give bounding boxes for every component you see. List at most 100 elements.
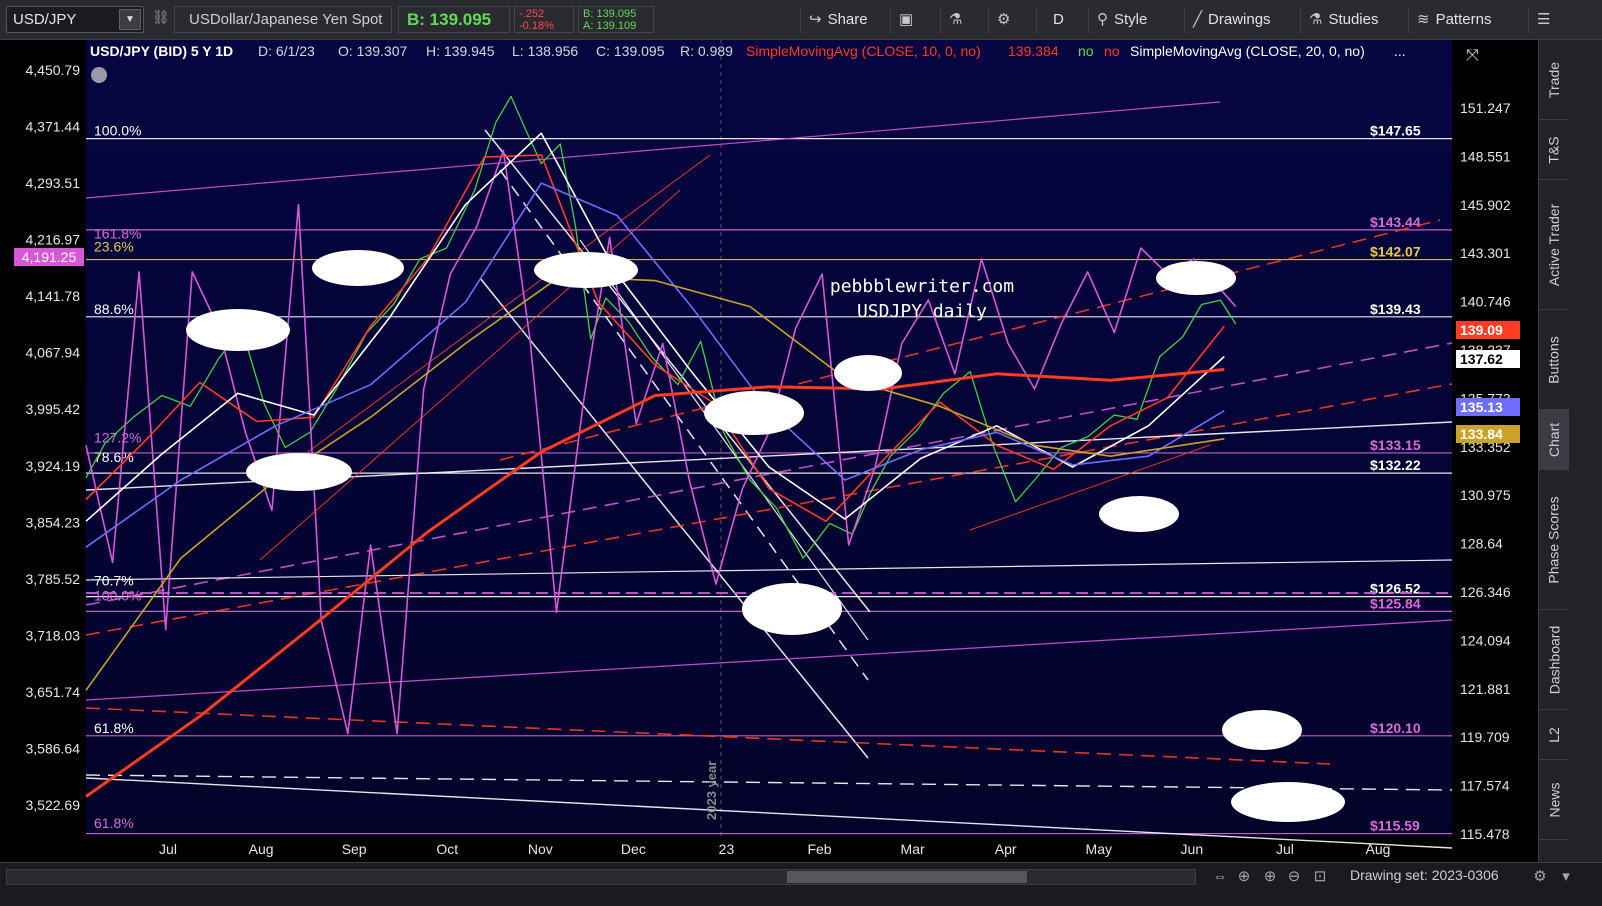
y-left-tick-label: 4,450.79 bbox=[26, 62, 81, 78]
side-tab-l2[interactable]: L2 bbox=[1539, 710, 1569, 760]
symbol-input[interactable]: USD/JPY ▼ bbox=[6, 6, 144, 33]
side-tab-label: L2 bbox=[1545, 726, 1562, 743]
y-right-tick-label: 121.881 bbox=[1460, 681, 1511, 697]
highlight-ellipse bbox=[246, 453, 352, 491]
side-tab-chart[interactable]: Chart bbox=[1539, 410, 1569, 470]
chart-date: D: 6/1/23 bbox=[258, 43, 315, 59]
highlight-ellipse bbox=[534, 252, 638, 288]
price-badge-label: 133.84 bbox=[1460, 426, 1503, 442]
drawings-button[interactable]: ╱ Drawings bbox=[1184, 6, 1279, 34]
y-left-tick-label: 4,141.78 bbox=[26, 288, 81, 304]
x-tick-label: Mar bbox=[901, 841, 925, 857]
x-tick-label: Aug bbox=[249, 841, 274, 857]
side-tab-dashboard[interactable]: Dashboard bbox=[1539, 610, 1569, 710]
x-tick-label: Aug bbox=[1366, 841, 1391, 857]
y-left-tick-label: 3,854.23 bbox=[26, 514, 81, 530]
y-left-tick-label: 3,995.42 bbox=[26, 401, 81, 417]
side-tab-active-trader[interactable]: Active Trader bbox=[1539, 180, 1569, 310]
gear-icon[interactable]: ⚙ bbox=[1530, 867, 1550, 887]
menu-button[interactable]: ☰ bbox=[1528, 6, 1558, 34]
scrollbar-thumb[interactable] bbox=[787, 871, 1027, 883]
fib-level-label: 61.8% bbox=[94, 815, 134, 831]
share-icon: ↪ bbox=[809, 11, 822, 28]
share-button[interactable]: ↪ Share bbox=[800, 6, 876, 34]
period-label: D bbox=[1053, 11, 1064, 28]
y-right-tick-label: 119.709 bbox=[1460, 729, 1510, 745]
y-right-tick-label: 143.301 bbox=[1460, 245, 1511, 261]
y-right-tick-label: 128.64 bbox=[1460, 536, 1503, 552]
side-tab-phase-scores[interactable]: Phase Scores bbox=[1539, 470, 1569, 610]
highlight-ellipse bbox=[1222, 710, 1302, 750]
patterns-button[interactable]: ≋ Patterns bbox=[1408, 6, 1499, 34]
sma20-label: SimpleMovingAvg (CLOSE, 20, 0, no) bbox=[1130, 43, 1365, 59]
y-right-tick-label: 124.094 bbox=[1460, 632, 1511, 648]
x-tick-label: Oct bbox=[436, 841, 458, 857]
side-tab-label: Active Trader bbox=[1546, 203, 1563, 286]
lab-button[interactable]: ⚗ bbox=[940, 6, 970, 34]
change-percent: -0.18% bbox=[519, 20, 554, 32]
grid-icon: ▣ bbox=[899, 11, 914, 28]
symbol-text: USD/JPY bbox=[13, 11, 77, 28]
sma-no-label-1: no bbox=[1078, 43, 1094, 59]
sma10-label: SimpleMovingAvg (CLOSE, 10, 0, no) bbox=[746, 43, 981, 59]
y-left-tick-label: 3,651.74 bbox=[26, 684, 81, 700]
fib-level-label: 23.6% bbox=[94, 239, 134, 255]
toolbar: USD/JPY ▼ ⛓ USDollar/Japanese Yen Spot B… bbox=[0, 0, 1602, 40]
highlight-ellipse bbox=[1156, 261, 1236, 295]
side-tab-news[interactable]: News bbox=[1539, 760, 1569, 840]
style-button[interactable]: ⚲ Style bbox=[1088, 6, 1155, 34]
chevron-down-icon[interactable]: ▼ bbox=[119, 9, 141, 30]
period-button[interactable]: D bbox=[1036, 6, 1080, 34]
zoom-in-icon[interactable]: ⊕ bbox=[1260, 867, 1280, 887]
chart-range: R: 0.989 bbox=[680, 43, 733, 59]
side-tab-t-s[interactable]: T&S bbox=[1539, 120, 1569, 180]
y-right-tick-label: 145.902 bbox=[1460, 197, 1511, 213]
price-badge-label: 135.13 bbox=[1460, 399, 1503, 415]
highlight-ellipse bbox=[1231, 782, 1345, 822]
side-panel: Trade T&S Active Trader Buttons Chart Phase S… bbox=[1538, 40, 1602, 862]
flask-icon: ⚗ bbox=[949, 11, 963, 28]
arrows-icon[interactable]: ⇔ bbox=[1210, 867, 1230, 887]
drawings-label: Drawings bbox=[1208, 11, 1271, 28]
settings-button[interactable]: ⚙ bbox=[988, 6, 1018, 34]
symbol-description: USDollar/Japanese Yen Spot bbox=[174, 6, 392, 33]
bid-value: B: 139.095 bbox=[583, 8, 637, 20]
price-level-label: $120.10 bbox=[1370, 720, 1421, 736]
y-right-tick-label: 130.975 bbox=[1460, 487, 1511, 503]
patterns-label: Patterns bbox=[1435, 11, 1492, 28]
side-tab-label: Chart bbox=[1546, 422, 1563, 457]
zoom-out-icon[interactable]: ⊖ bbox=[1284, 867, 1304, 887]
y-left-tick-label: 3,522.69 bbox=[26, 797, 81, 813]
y-right-tick-label: 115.478 bbox=[1460, 826, 1510, 842]
x-tick-label: Feb bbox=[807, 841, 831, 857]
chevron-down-icon[interactable]: ▾ bbox=[1556, 867, 1576, 887]
y-left-tick-label: 4,293.51 bbox=[26, 175, 81, 191]
sma-no-label-2: no bbox=[1104, 43, 1120, 59]
info-icon[interactable] bbox=[91, 67, 107, 83]
pencil-icon: ╱ bbox=[1193, 11, 1203, 28]
price-level-label: $133.15 bbox=[1370, 437, 1421, 453]
y-right-tick-label: 140.746 bbox=[1460, 294, 1511, 310]
time-scrollbar[interactable] bbox=[6, 869, 1196, 885]
chart-area[interactable]: $147.65 $143.44 $142.07 $139.43 $133.15 $132.… bbox=[0, 40, 1538, 862]
collapse-icon[interactable]: ⤧ bbox=[1466, 45, 1479, 64]
side-tab-label: Dashboard bbox=[1546, 625, 1562, 694]
price-level-label: $125.84 bbox=[1370, 595, 1421, 611]
side-tab-buttons[interactable]: Buttons bbox=[1539, 310, 1569, 410]
price-level-label: $139.43 bbox=[1370, 301, 1421, 317]
studies-button[interactable]: ⚗ Studies bbox=[1300, 6, 1387, 34]
side-tab-label: News bbox=[1546, 781, 1563, 818]
y-right-tick-label: 148.551 bbox=[1460, 148, 1511, 164]
fib-level-label: 100.0% bbox=[94, 123, 141, 139]
price-chart[interactable]: $147.65 $143.44 $142.07 $139.43 $133.15 $132.… bbox=[0, 40, 1538, 862]
x-tick-label: Apr bbox=[995, 841, 1017, 857]
left-axis-badge-label: 4,191.25 bbox=[22, 249, 77, 265]
y-right-tick-label: 117.574 bbox=[1460, 778, 1510, 794]
side-tab-trade[interactable]: Trade bbox=[1539, 40, 1569, 120]
fib-level-label: 70.7% bbox=[94, 572, 134, 588]
crosshair-icon[interactable]: ⊕ bbox=[1234, 867, 1254, 887]
zoom-fit-icon[interactable]: ⊡ bbox=[1310, 867, 1330, 887]
flexible-grid-button[interactable]: ▣ bbox=[890, 6, 921, 34]
watermark-title: USDJPY daily bbox=[857, 301, 987, 322]
link-icon[interactable]: ⛓ bbox=[152, 9, 170, 29]
